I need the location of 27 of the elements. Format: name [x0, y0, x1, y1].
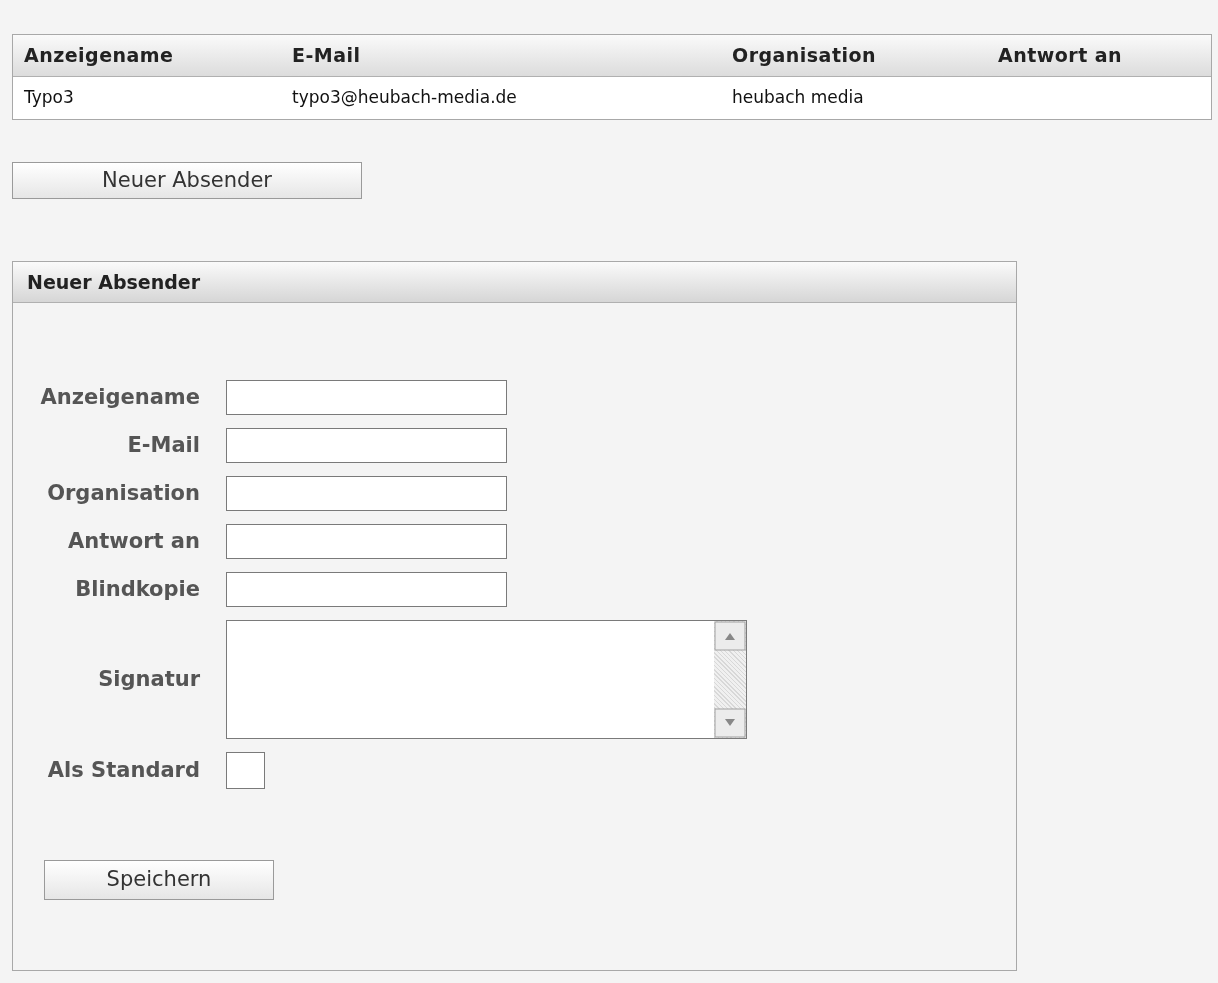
text-field[interactable]: [226, 572, 507, 607]
checkbox[interactable]: [226, 752, 265, 789]
table-cell: typo3@heubach-media.de: [292, 87, 517, 108]
table-cell: Typo3: [24, 87, 74, 108]
text-field[interactable]: [226, 524, 507, 559]
scrollbar[interactable]: [714, 621, 746, 738]
field-label: Anzeigename: [39, 383, 201, 411]
signature-field[interactable]: [226, 620, 747, 739]
column-header: Anzeigename: [24, 44, 174, 67]
text-field[interactable]: [226, 476, 507, 511]
new-sender-button[interactable]: Neuer Absender: [12, 162, 362, 199]
scroll-up-icon[interactable]: [714, 621, 746, 651]
table-cell: heubach media: [732, 87, 864, 108]
save-button[interactable]: Speichern: [44, 860, 274, 900]
text-field[interactable]: [226, 428, 507, 463]
scroll-down-icon[interactable]: [714, 708, 746, 738]
field-label: Als Standard: [46, 756, 201, 784]
text-field[interactable]: [226, 380, 507, 415]
panel-title: Neuer Absender: [27, 269, 201, 295]
field-label: Organisation: [46, 479, 201, 507]
column-header: Antwort an: [998, 44, 1123, 67]
column-header: Organisation: [732, 44, 876, 67]
field-label: E-Mail: [126, 431, 201, 459]
field-label: Blindkopie: [74, 575, 201, 603]
column-header: E-Mail: [292, 44, 361, 67]
field-label: Antwort an: [67, 527, 201, 555]
field-label: Signatur: [97, 665, 201, 693]
